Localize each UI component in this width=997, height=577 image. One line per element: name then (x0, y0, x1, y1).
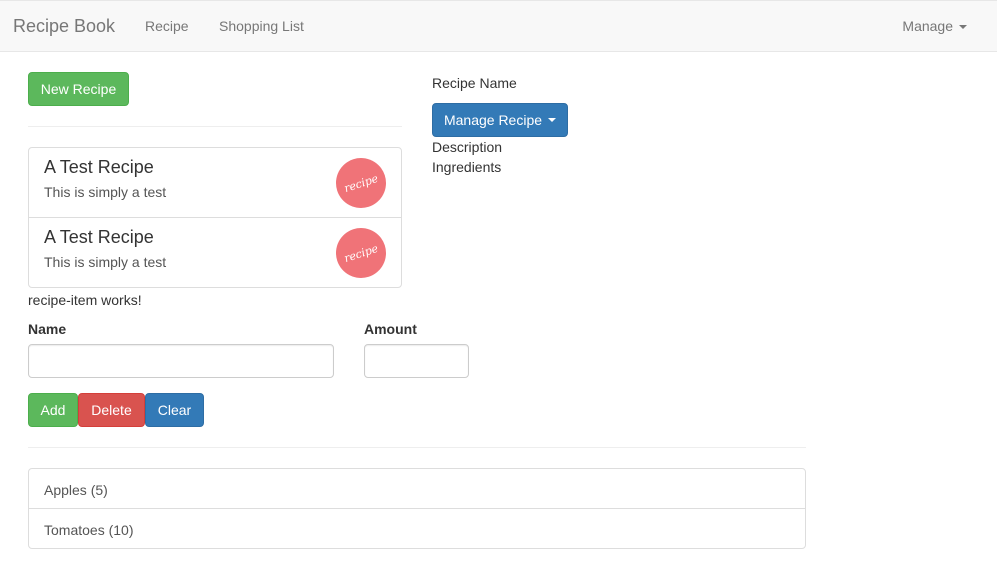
name-input[interactable] (28, 344, 334, 378)
nav-link-recipe[interactable]: Recipe (145, 18, 189, 34)
recipe-description: This is simply a test (44, 184, 167, 200)
recipe-list-item[interactable]: A Test Recipe This is simply a test reci… (28, 217, 402, 288)
navbar: Recipe Book Recipe Shopping List Manage (0, 0, 997, 52)
clear-button[interactable]: Clear (145, 393, 204, 427)
caret-down-icon (959, 25, 967, 30)
manage-dropdown-label: Manage (902, 18, 953, 34)
recipe-name: A Test Recipe (44, 157, 154, 177)
manage-recipe-button[interactable]: Manage Recipe (432, 103, 568, 137)
manage-recipe-label: Manage Recipe (443, 112, 543, 128)
nav-link-shopping-list[interactable]: Shopping List (219, 18, 304, 34)
amount-input[interactable] (364, 344, 469, 378)
manage-dropdown[interactable]: Manage (902, 18, 967, 34)
recipe-list-item[interactable]: A Test Recipe This is simply a test reci… (28, 147, 402, 218)
recipe-description: This is simply a test (44, 254, 167, 270)
brand-link[interactable]: Recipe Book (13, 16, 115, 37)
shopping-list: Apples (5) Tomatoes (10) (28, 468, 806, 549)
shopping-list-item[interactable]: Apples (5) (28, 468, 806, 509)
recipe-image: recipe (329, 151, 393, 215)
recipe-item-status: recipe-item works! (28, 292, 142, 308)
recipe-detail-name: Recipe Name (432, 75, 517, 91)
recipe-detail-description: Description (432, 139, 503, 155)
new-recipe-button[interactable]: New Recipe (28, 72, 129, 106)
amount-label: Amount (364, 321, 417, 337)
delete-button[interactable]: Delete (78, 393, 145, 427)
recipe-list: A Test Recipe This is simply a test reci… (28, 147, 402, 288)
shopping-list-item[interactable]: Tomatoes (10) (28, 508, 806, 549)
caret-down-icon (548, 118, 557, 122)
recipe-name: A Test Recipe (44, 227, 154, 247)
divider (28, 447, 806, 448)
recipe-image: recipe (329, 221, 393, 285)
recipe-detail-ingredients: Ingredients (432, 159, 502, 175)
divider (28, 126, 402, 127)
add-button[interactable]: Add (28, 393, 78, 427)
name-label: Name (28, 321, 67, 337)
